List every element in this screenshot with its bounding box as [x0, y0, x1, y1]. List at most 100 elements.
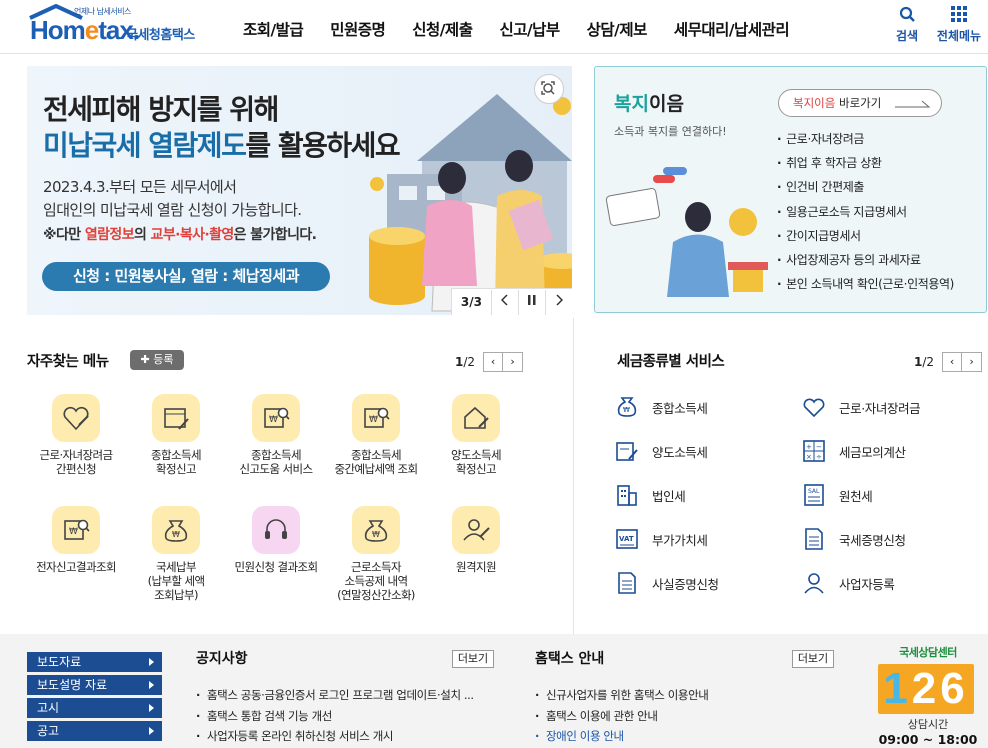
- welfare-item[interactable]: 일용근로소득 지급명세서: [777, 200, 954, 224]
- quick-link-notification[interactable]: 고시: [27, 698, 162, 718]
- chevron-right-icon: [556, 293, 564, 306]
- fav-item-civil-petition-result[interactable]: 민원신청 결과조회: [231, 506, 321, 574]
- hometax-logo[interactable]: 언제나 납세서비스 Hometax. 국세청홈택스: [26, 4, 216, 46]
- guide-item[interactable]: 홈택스 이용에 관한 안내: [535, 706, 708, 727]
- nav-item-tax-agent[interactable]: 세무대리/납세관리: [674, 18, 790, 40]
- fav-item-tax-payment[interactable]: ₩ 국세납부 (납부할 세액 조회납부): [131, 506, 221, 602]
- guide-item[interactable]: 장애인 이용 안내: [535, 726, 708, 747]
- welfare-shortcut-button[interactable]: 복지이음 바로가기: [778, 89, 942, 117]
- favorites-add-button[interactable]: ✚ 등록: [130, 350, 184, 370]
- banner-next-button[interactable]: [546, 290, 572, 315]
- all-menu-button[interactable]: 전체메뉴: [930, 6, 988, 44]
- quick-link-announcement[interactable]: 공고: [27, 721, 162, 741]
- tax-item-vat[interactable]: VAT 부가가치세: [614, 526, 708, 552]
- tax-consult-center[interactable]: 국세상담센터 126 상담시간 09:00 ~ 18:00: [878, 644, 978, 748]
- svg-text:÷: ÷: [816, 453, 822, 461]
- guide-list: 신규사업자를 위한 홈택스 이용안내 홈택스 이용에 관한 안내 장애인 이용 …: [535, 685, 709, 747]
- taxservice-next-button[interactable]: ›: [962, 352, 983, 372]
- document-search-icon: ₩: [364, 407, 390, 428]
- welfare-item[interactable]: 간이지급명세서: [777, 224, 954, 248]
- fav-item-income-tax-help[interactable]: ₩ 종합소득세 신고도움 서비스: [231, 394, 321, 476]
- consult-hours-label: 상담시간: [907, 718, 949, 731]
- favorites-pager: 1/2 ‹ ›: [455, 352, 524, 372]
- search-button[interactable]: 검색: [884, 6, 930, 44]
- banner-pause-button[interactable]: [519, 289, 546, 315]
- notice-item[interactable]: 홈택스 공동·금융인증서 로그인 프로그램 업데이트·설치 ...: [196, 685, 474, 706]
- tax-item-income-tax[interactable]: ₩ 종합소득세: [614, 394, 708, 420]
- person-pen-icon: [463, 519, 490, 541]
- banner-prev-button[interactable]: [492, 289, 519, 315]
- banner-zoom-button[interactable]: [534, 74, 564, 104]
- svg-text:₩: ₩: [172, 530, 180, 539]
- notice-title: 공지사항: [196, 651, 248, 667]
- svg-text:−: −: [816, 443, 822, 451]
- favorites-next-button[interactable]: ›: [503, 352, 524, 372]
- taxservice-prev-button[interactable]: ‹: [942, 352, 963, 372]
- document-search-icon: ₩: [64, 519, 90, 540]
- banner-description: 2023.4.3.부터 모든 세무서에서 임대인의 미납국세 열람 신청이 가능합…: [43, 178, 302, 219]
- svg-text:₩: ₩: [69, 527, 78, 537]
- tax-item-business-registration[interactable]: 사업자등록: [801, 570, 895, 596]
- fav-item-e-filing-result[interactable]: ₩ 전자신고결과조회: [31, 506, 121, 574]
- svg-text:×: ×: [806, 453, 812, 461]
- document-pen-icon: [616, 442, 638, 461]
- logo-korean: 국세청홈택스: [126, 28, 195, 43]
- fav-item-capital-gains-tax[interactable]: 양도소득세 확정신고: [431, 394, 521, 476]
- search-label: 검색: [895, 29, 919, 43]
- welfare-title: 복지이음: [614, 93, 684, 115]
- notice-item[interactable]: 홈택스 통합 검색 기능 개선: [196, 706, 474, 727]
- zoom-icon: [541, 81, 555, 95]
- document-search-icon: ₩: [264, 407, 290, 428]
- banner-controls: 3/3: [450, 288, 572, 315]
- quick-link-press-release[interactable]: 보도자료: [27, 652, 162, 672]
- guide-item[interactable]: 신규사업자를 위한 홈택스 이용안내: [535, 685, 709, 706]
- nav-item-inquiry[interactable]: 조회/발급: [243, 18, 304, 40]
- tax-item-fact-certificate[interactable]: 사실증명신청: [614, 570, 719, 596]
- calculator-icon: + −× ÷: [803, 440, 825, 462]
- chevron-left-icon: [500, 293, 508, 306]
- welfare-item[interactable]: 본인 소득내역 확인(근로·인적용역): [777, 272, 954, 296]
- tax-item-withholding-tax[interactable]: SAL 원천세: [801, 482, 873, 508]
- heart-pen-icon: [63, 406, 89, 431]
- calendar-pen-icon: [164, 408, 189, 430]
- fav-item-interim-prepayment[interactable]: ₩ 종합소득세 중간예납세액 조회: [331, 394, 421, 476]
- svg-text:VAT: VAT: [619, 535, 634, 543]
- tax-item-corporate-tax[interactable]: 법인세: [614, 482, 686, 508]
- nav-item-report-payment[interactable]: 신고/납부: [499, 18, 560, 40]
- welfare-item[interactable]: 취업 후 학자금 상환: [777, 151, 954, 175]
- tax-item-tax-certificate[interactable]: 국세증명신청: [801, 526, 906, 552]
- document-list-icon: SAL: [804, 484, 824, 506]
- guide-title: 홈택스 안내: [535, 651, 605, 667]
- nav-item-certificate[interactable]: 민원증명: [330, 18, 386, 40]
- welfare-item[interactable]: 사업장제공자 등의 과세자료: [777, 248, 954, 272]
- main-banner[interactable]: 전세피해 방지를 위해 미납국세 열람제도를 활용하세요 2023.4.3.부터…: [27, 66, 572, 315]
- welfare-panel: 복지이음 소득과 복지를 연결하다! 복지이음 바로가기 근로·자녀장려금 취업…: [594, 66, 987, 313]
- tax-item-capital-gains-tax[interactable]: 양도소득세: [614, 438, 708, 464]
- nav-item-consult[interactable]: 상담/제보: [587, 18, 648, 40]
- banner-headline-2: 미납국세 열람제도를 활용하세요: [43, 129, 401, 162]
- welfare-illustration: [605, 167, 768, 297]
- nav-item-application[interactable]: 신청/제출: [412, 18, 473, 40]
- fav-item-earned-income-credit[interactable]: 근로·자녀장려금 간편신청: [31, 394, 121, 476]
- headset-icon: [265, 519, 287, 539]
- fav-item-year-end-settlement[interactable]: ₩ 근로소득자 소득공제 내역 (연말정산간소화): [331, 506, 421, 602]
- tax-item-tax-simulator[interactable]: + − × ÷ 세금모의계산: [801, 438, 906, 464]
- notice-item[interactable]: 사업자등록 온라인 취하신청 서비스 개시: [196, 726, 474, 747]
- favorites-prev-button[interactable]: ‹: [483, 352, 504, 372]
- banner-headline-1: 전세피해 방지를 위해: [43, 93, 279, 126]
- banner-note: ※다만 열람정보의 교부·복사·촬영은 불가합니다.: [43, 227, 317, 243]
- quick-link-press-explanation[interactable]: 보도설명 자료: [27, 675, 162, 695]
- welfare-item[interactable]: 근로·자녀장려금: [777, 127, 954, 151]
- notice-more-button[interactable]: 더보기: [452, 650, 494, 668]
- favorites-title: 자주찾는 메뉴: [27, 354, 109, 370]
- welfare-item[interactable]: 인건비 간편제출: [777, 175, 954, 199]
- guide-more-button[interactable]: 더보기: [792, 650, 834, 668]
- fav-item-remote-support[interactable]: 원격지원: [431, 506, 521, 574]
- tax-item-earned-income-credit[interactable]: 근로·자녀장려금: [801, 394, 921, 420]
- house-pen-icon: [464, 406, 489, 429]
- document-list-icon: [805, 528, 823, 550]
- all-menu-label: 전체메뉴: [936, 29, 982, 43]
- fav-item-income-tax-final[interactable]: 종합소득세 확정신고: [131, 394, 221, 476]
- welfare-list: 근로·자녀장려금 취업 후 학자금 상환 인건비 간편제출 일용근로소득 지급명…: [777, 127, 954, 296]
- document-list-icon: [618, 572, 636, 594]
